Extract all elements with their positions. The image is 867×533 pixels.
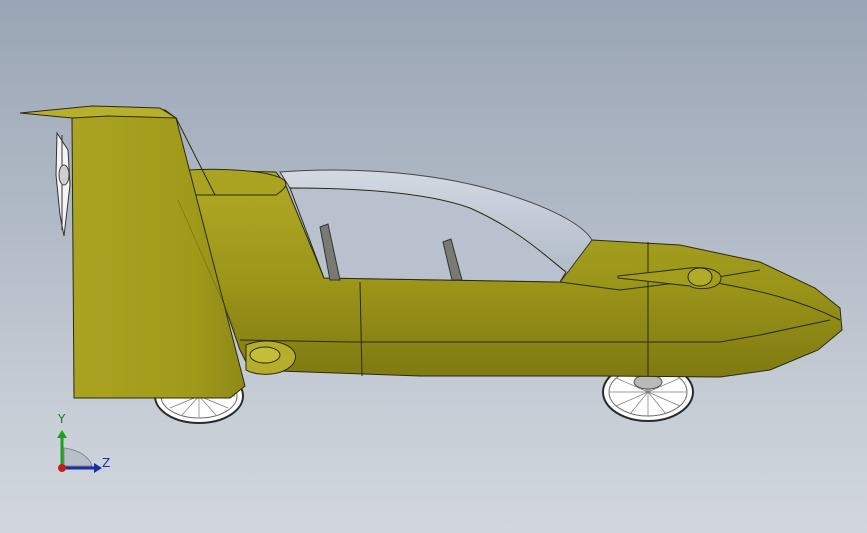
flying-car-model[interactable] [0, 0, 867, 533]
view-triad: Y Z [50, 410, 120, 480]
y-axis-label: Y [58, 412, 66, 426]
horizontal-stabilizer [19, 105, 178, 119]
z-axis-label: Z [102, 456, 111, 470]
graphics-viewport[interactable]: Y Z [0, 0, 867, 533]
propeller [55, 131, 71, 237]
